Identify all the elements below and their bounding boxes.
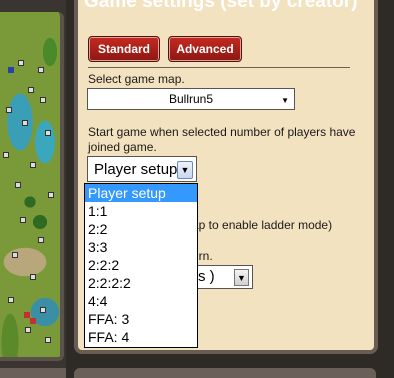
chevron-down-icon: ▼ <box>281 96 289 105</box>
map-node <box>38 67 44 73</box>
map-node <box>40 97 46 103</box>
red-unit-marker <box>30 318 36 324</box>
option-3-3[interactable]: 3:3 <box>85 238 197 256</box>
map-node <box>45 130 51 136</box>
minimap-panel <box>0 0 66 378</box>
bottom-panel-edge <box>74 368 376 378</box>
map-node <box>15 182 21 188</box>
map-select-value: Bullrun5 <box>168 92 214 106</box>
minimap[interactable] <box>0 12 64 361</box>
map-node <box>6 107 12 113</box>
player-setup-value: Player setup <box>94 160 178 178</box>
player-setup-select[interactable]: Player setup ▼ <box>87 156 197 182</box>
option-player-setup[interactable]: Player setup <box>85 184 197 202</box>
option-1-1[interactable]: 1:1 <box>85 202 197 220</box>
divider <box>88 67 350 68</box>
player-setup-dropdown-list: Player setup 1:1 2:2 3:3 2:2:2 2:2:2:2 4… <box>84 183 198 348</box>
map-node <box>30 162 36 168</box>
chevron-down-icon[interactable]: ▼ <box>234 269 249 286</box>
map-select-label: Select game map. <box>88 72 185 86</box>
ladder-mode-text: ap to enable ladder mode) <box>192 218 333 232</box>
option-4-4[interactable]: 4:4 <box>85 292 197 310</box>
map-node <box>22 120 28 126</box>
map-node <box>38 237 44 243</box>
standard-tab-button[interactable]: Standard <box>88 36 160 62</box>
map-node <box>28 87 34 93</box>
map-node <box>20 217 26 223</box>
players-label-line1: Start game when selected number of playe… <box>88 125 356 139</box>
map-node <box>48 192 54 198</box>
option-ffa-3[interactable]: FFA: 3 <box>85 310 197 328</box>
map-node <box>12 252 18 258</box>
option-2-2[interactable]: 2:2 <box>85 220 197 238</box>
map-select[interactable]: Bullrun5 ▼ <box>87 88 295 110</box>
map-node <box>30 274 36 280</box>
players-label-line2: joined game. <box>88 140 157 154</box>
blue-unit-marker <box>8 67 14 73</box>
map-node <box>18 60 24 66</box>
option-ffa-4[interactable]: FFA: 4 <box>85 328 197 346</box>
map-node <box>40 307 46 313</box>
option-2-2-2[interactable]: 2:2:2 <box>85 256 197 274</box>
panel-title: Game settings (set by creator) <box>84 0 358 12</box>
map-node <box>45 337 51 343</box>
option-2-2-2-2[interactable]: 2:2:2:2 <box>85 274 197 292</box>
turn-select-value: s ) <box>198 268 215 285</box>
map-node <box>8 297 14 303</box>
bottom-panel-edge <box>0 368 66 378</box>
map-node <box>3 152 9 158</box>
advanced-tab-button[interactable]: Advanced <box>168 36 242 62</box>
map-node <box>25 327 31 333</box>
chevron-down-icon[interactable]: ▼ <box>177 161 193 179</box>
